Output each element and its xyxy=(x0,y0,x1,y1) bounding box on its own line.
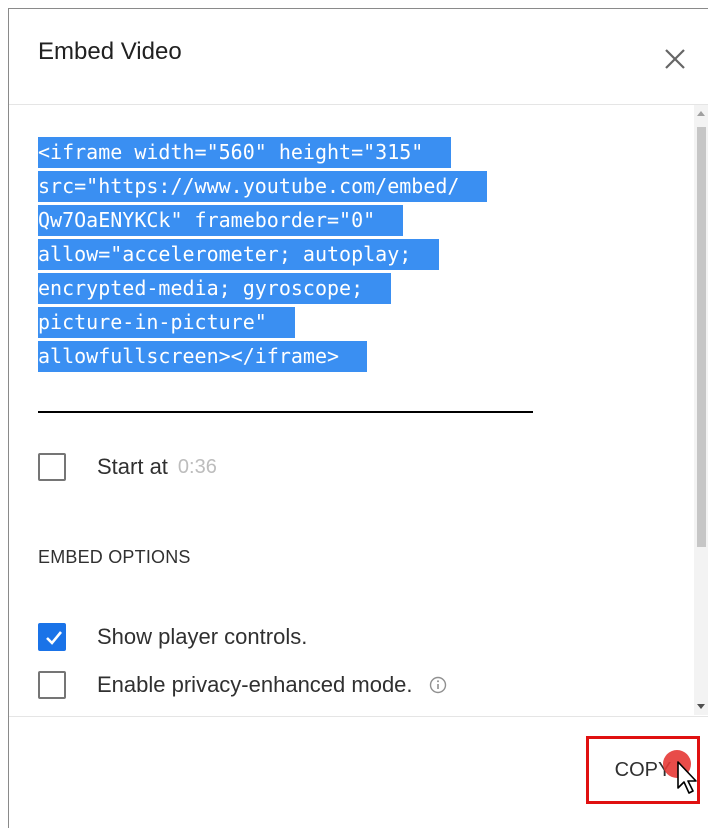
content-scrollbar[interactable] xyxy=(694,105,708,715)
embed-code-line: Qw7OaENYKCk" frameborder="0" xyxy=(38,203,533,237)
embed-code-line: src="https://www.youtube.com/embed/ xyxy=(38,169,533,203)
scrollbar-thumb[interactable] xyxy=(697,127,706,547)
embed-code-line: allowfullscreen></iframe> xyxy=(38,339,533,373)
info-icon[interactable] xyxy=(429,676,447,694)
privacy-mode-checkbox[interactable] xyxy=(38,671,66,699)
show-player-controls-checkbox[interactable] xyxy=(38,623,66,651)
dialog-header: Embed Video xyxy=(9,9,708,105)
embed-code-textarea[interactable]: <iframe width="560" height="315" src="ht… xyxy=(38,135,533,373)
start-at-checkbox[interactable] xyxy=(38,453,66,481)
show-player-controls-label: Show player controls. xyxy=(97,624,308,649)
start-at-time-input[interactable]: 0:36 xyxy=(178,456,217,479)
embed-options-heading: EMBED OPTIONS xyxy=(38,547,191,567)
embed-code-line: encrypted-media; gyroscope; xyxy=(38,271,533,305)
mouse-pointer-icon xyxy=(677,761,697,794)
embed-code-underline xyxy=(38,411,533,413)
start-at-row: Start at 0:36 xyxy=(38,450,217,484)
check-icon xyxy=(46,631,63,645)
privacy-mode-row: Enable privacy-enhanced mode. xyxy=(38,668,447,702)
embed-code-line: picture-in-picture" xyxy=(38,305,533,339)
scroll-up-icon[interactable] xyxy=(697,111,705,116)
show-player-controls-row: Show player controls. xyxy=(38,620,307,654)
embed-code-line: <iframe width="560" height="315" xyxy=(38,135,533,169)
privacy-mode-label: Enable privacy-enhanced mode. xyxy=(97,672,413,697)
start-at-label: Start at xyxy=(97,454,168,479)
close-icon[interactable] xyxy=(661,45,689,73)
scroll-down-icon[interactable] xyxy=(697,704,705,709)
dialog-content: <iframe width="560" height="315" src="ht… xyxy=(9,105,691,715)
embed-video-dialog: Embed Video <iframe width="560" height="… xyxy=(8,8,708,828)
dialog-title: Embed Video xyxy=(38,38,182,65)
embed-code-line: allow="accelerometer; autoplay; xyxy=(38,237,533,271)
